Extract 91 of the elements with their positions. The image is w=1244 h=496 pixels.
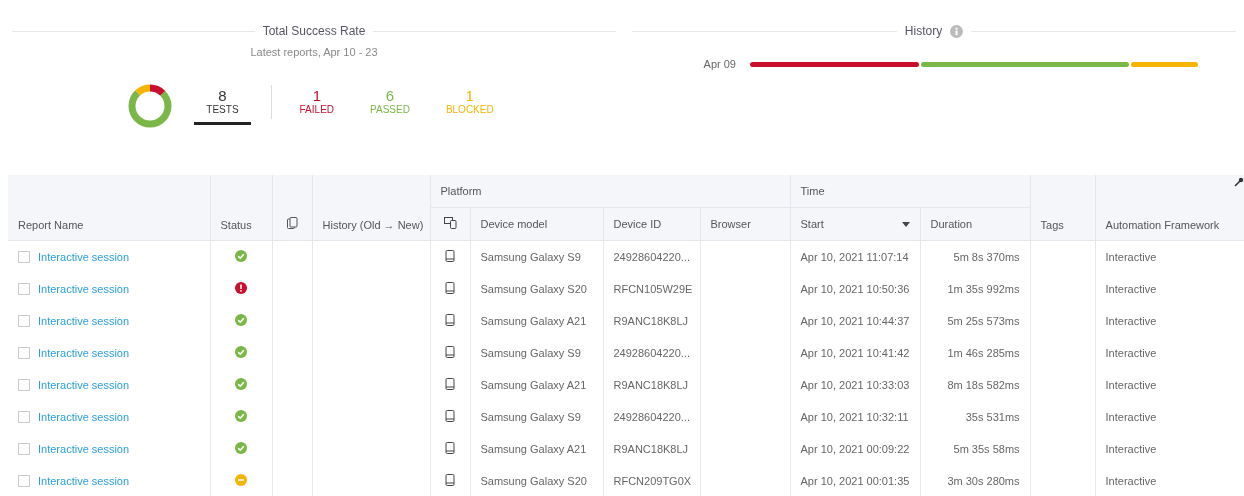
checkbox[interactable]	[18, 475, 30, 487]
table-cell: 5m 25s 573ms	[947, 315, 1020, 327]
table-cell: Apr 10, 2021 11:07:14	[800, 251, 909, 263]
table-cell: Interactive	[1105, 283, 1157, 295]
report-link[interactable]: Interactive session	[38, 251, 130, 263]
table-cell: Interactive	[1105, 251, 1157, 263]
table-cell: R9ANC18K8LJ	[613, 315, 689, 327]
column-header: History (Old → New)	[322, 219, 424, 231]
history-date: Apr 09	[702, 58, 736, 70]
table-cell: RFCN209TG0X	[613, 475, 692, 487]
phone-icon	[445, 282, 455, 294]
table-cell: Apr 10, 2021 00:01:35	[800, 475, 910, 487]
table-cell: 5m 35s 58ms	[953, 443, 1020, 455]
checkbox[interactable]	[18, 443, 30, 455]
table-cell: Apr 10, 2021 10:50:36	[800, 283, 910, 295]
table-cell: Interactive	[1105, 347, 1157, 359]
checkbox[interactable]	[18, 379, 30, 391]
copy-icon[interactable]	[286, 217, 298, 229]
table-cell: Samsung Galaxy S9	[480, 411, 581, 423]
table-cell: Samsung Galaxy A21	[480, 443, 587, 455]
phone-icon	[445, 378, 455, 390]
info-icon[interactable]	[950, 24, 964, 38]
table-cell: 24928604220...	[613, 347, 690, 359]
table-cell: Samsung Galaxy S20	[480, 475, 587, 487]
stat-tab[interactable]: 1 FAILED	[291, 87, 343, 125]
section-title: Total Success Rate	[262, 24, 366, 38]
phone-icon	[445, 346, 455, 358]
table-cell: Samsung Galaxy S9	[480, 251, 581, 263]
column-header: Report Name	[18, 219, 84, 231]
table-cell: Interactive	[1105, 315, 1157, 327]
table-cell: Apr 10, 2021 10:32:11	[800, 411, 909, 423]
history-segment[interactable]	[920, 61, 1130, 67]
table-cell: Apr 10, 2021 10:33:03	[800, 379, 910, 391]
report-link[interactable]: Interactive session	[38, 347, 130, 359]
stat-tab[interactable]: 8 TESTS	[194, 87, 251, 125]
phone-icon	[445, 314, 455, 326]
checkbox[interactable]	[18, 251, 30, 263]
table-cell: Interactive	[1105, 443, 1157, 455]
column-header: Time	[800, 185, 825, 197]
table-cell: 24928604220...	[613, 251, 690, 263]
stat-tab[interactable]: 1 BLOCKED	[437, 87, 502, 125]
table-cell: Samsung Galaxy A21	[480, 315, 587, 327]
sort-caret-icon[interactable]	[901, 221, 910, 227]
table-cell: Interactive	[1105, 475, 1157, 487]
phone-icon	[445, 410, 455, 422]
table-cell: Interactive	[1105, 411, 1157, 423]
table-cell: 35s 531ms	[965, 411, 1020, 423]
stat-tab[interactable]: 6 PASSED	[362, 87, 418, 125]
table-cell: Apr 10, 2021 00:09:22	[800, 443, 910, 455]
phone-icon	[445, 250, 455, 262]
column-header[interactable]: Start	[800, 218, 824, 230]
report-link[interactable]: Interactive session	[38, 283, 130, 295]
table-cell: Apr 10, 2021 10:41:42	[800, 347, 910, 359]
table-cell: Samsung Galaxy S9	[480, 347, 581, 359]
wrench-icon[interactable]	[1234, 177, 1244, 187]
column-header: Tags	[1040, 219, 1064, 231]
checkbox[interactable]	[18, 347, 30, 359]
report-link[interactable]: Interactive session	[38, 411, 130, 423]
column-header: Browser	[710, 218, 751, 230]
phone-icon	[445, 442, 455, 454]
table-cell: 8m 18s 582ms	[947, 379, 1020, 391]
checkbox[interactable]	[18, 411, 30, 423]
table-cell: Samsung Galaxy S20	[480, 283, 587, 295]
devices-icon	[443, 217, 457, 229]
table-cell: R9ANC18K8LJ	[613, 443, 689, 455]
table-cell: Apr 10, 2021 10:44:37	[800, 315, 910, 327]
report-link[interactable]: Interactive session	[38, 315, 130, 327]
report-link[interactable]: Interactive session	[38, 443, 130, 455]
table-cell: Samsung Galaxy A21	[480, 379, 587, 391]
column-header: Automation Framework	[1105, 219, 1220, 231]
checkbox[interactable]	[18, 283, 30, 295]
column-header: Duration	[930, 218, 973, 230]
table-cell: 1m 46s 285ms	[947, 347, 1020, 359]
table-cell: 5m 8s 370ms	[953, 251, 1020, 263]
table-cell: RFCN105W29E	[613, 283, 693, 295]
checkbox[interactable]	[18, 315, 30, 327]
table-cell: 24928604220...	[613, 411, 690, 423]
section-title: History	[904, 24, 943, 38]
date-range: Latest reports, Apr 10 - 23	[250, 46, 378, 58]
table-cell: 1m 35s 992ms	[947, 283, 1020, 295]
column-header: Device model	[480, 218, 548, 230]
report-link[interactable]: Interactive session	[38, 379, 130, 391]
report-link[interactable]: Interactive session	[38, 475, 130, 487]
column-header: Device ID	[613, 218, 662, 230]
column-header: Status	[220, 219, 252, 231]
column-header: Platform	[440, 185, 482, 197]
table-cell: R9ANC18K8LJ	[613, 379, 689, 391]
table-cell: Interactive	[1105, 379, 1157, 391]
history-segment[interactable]	[750, 61, 919, 67]
phone-icon	[445, 474, 455, 486]
table-cell: 3m 30s 280ms	[947, 475, 1020, 487]
